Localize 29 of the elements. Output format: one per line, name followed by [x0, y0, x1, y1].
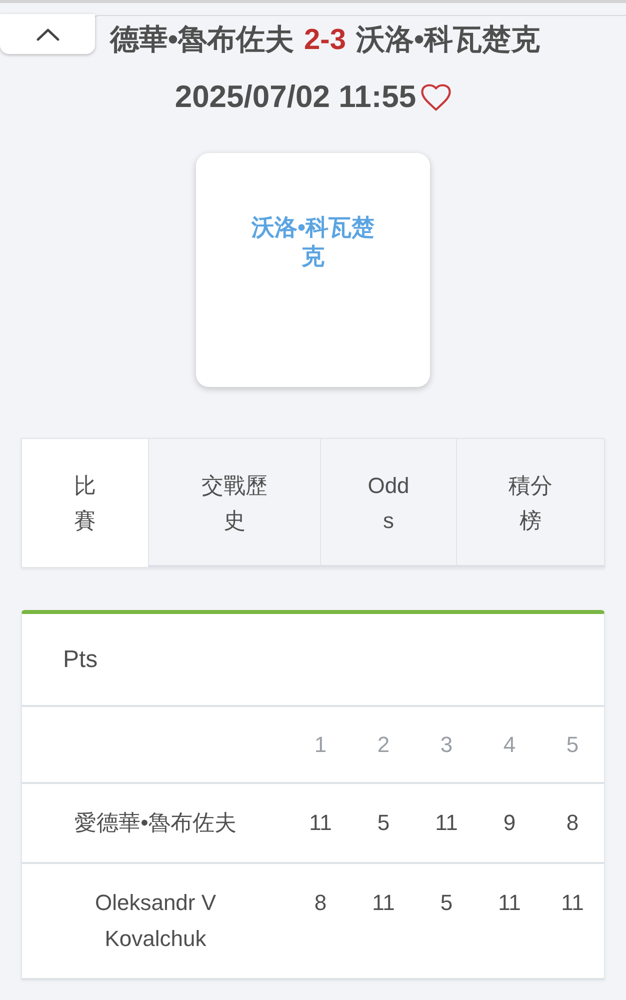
score-value: 8 — [314, 889, 327, 917]
round-number: 5 — [566, 730, 579, 758]
player-name: 沃洛•科瓦楚克 — [356, 23, 540, 58]
score-value: 11 — [561, 889, 584, 917]
heart-icon[interactable] — [421, 84, 452, 110]
round-number: 4 — [503, 730, 516, 758]
round-number: 3 — [440, 730, 453, 758]
tab[interactable]: 積分榜 — [456, 439, 604, 567]
score-value: 11 — [435, 809, 458, 837]
score-value: 11 — [498, 889, 521, 917]
score-value: 11 — [372, 889, 395, 917]
chevron-up-icon — [36, 28, 60, 40]
player-name: 愛德華•魯布佐夫 — [74, 809, 236, 837]
score-value: 5 — [377, 809, 390, 837]
tab[interactable]: Odds — [320, 439, 456, 567]
round-number: 2 — [377, 730, 390, 758]
tab[interactable]: 交戰歷史 — [148, 439, 320, 567]
match-score: 2-3 — [304, 23, 346, 58]
player-name: Oleksandr V Kovalchuk — [94, 889, 218, 953]
player-name: 沃洛•科瓦楚克 — [250, 213, 376, 271]
score-value: 11 — [309, 809, 332, 837]
score-value: 8 — [566, 809, 579, 837]
score-value: 5 — [440, 889, 453, 917]
match-datetime: 2025/07/02 11:55 — [174, 79, 416, 115]
score-value: 9 — [503, 809, 516, 837]
player-name: 德華•魯布佐夫 — [110, 23, 294, 58]
round-number: 1 — [314, 730, 327, 758]
section-title: Pts — [63, 644, 98, 674]
tab[interactable]: 比賽 — [22, 439, 148, 567]
